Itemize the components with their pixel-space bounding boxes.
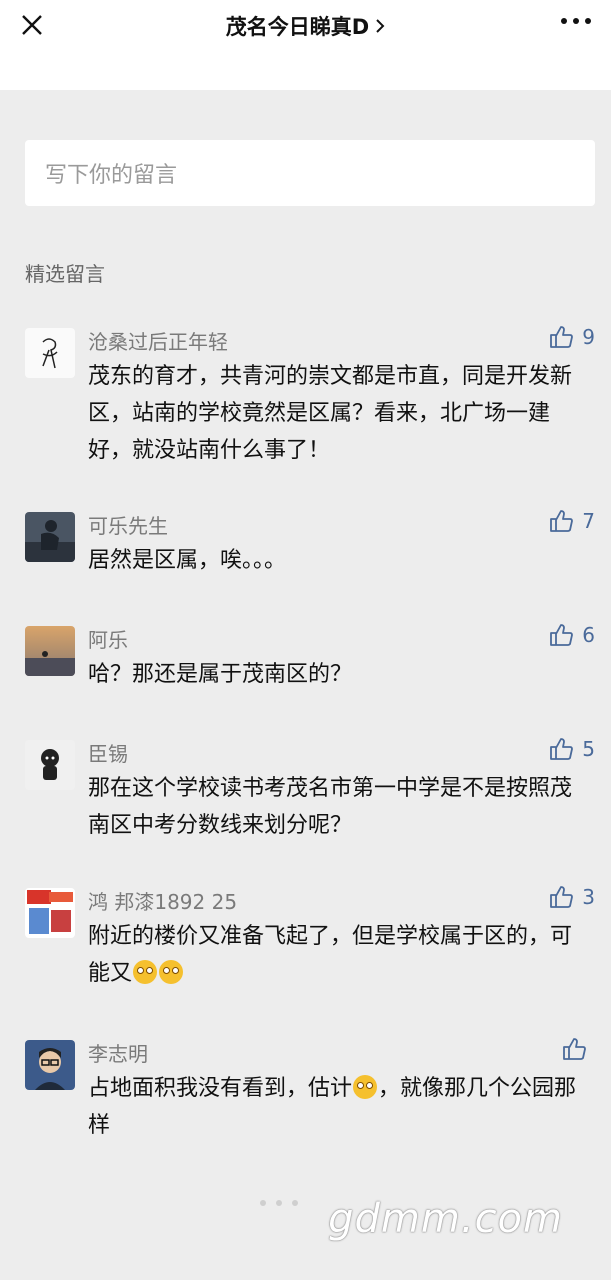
commenter-name: 鸿 邦漆1892 25 — [88, 890, 238, 914]
commenter-name: 可乐先生 — [88, 514, 168, 538]
loading-dots — [260, 1200, 298, 1206]
commenter-name: 臣锡 — [88, 742, 128, 766]
comment-text: 居然是区属，唉。。。 — [88, 548, 287, 573]
avatar[interactable] — [25, 740, 75, 790]
like-count: 9 — [582, 325, 595, 349]
comment-input[interactable]: 写下你的留言 — [25, 140, 595, 206]
chevron-right-icon — [376, 19, 385, 33]
title-text: 茂名今日睇真D — [225, 15, 370, 39]
comment-input-placeholder: 写下你的留言 — [45, 163, 178, 188]
comment-text: 那在这个学校读书考茂名市第一中学是不是按照茂南区中考分数线来划分呢？ — [88, 776, 573, 838]
thumbs-up-icon — [550, 886, 574, 908]
commenter-name: 沧桑过后正年轻 — [88, 330, 228, 354]
commenter-name: 阿乐 — [88, 628, 128, 652]
more-icon[interactable] — [561, 18, 591, 24]
shocked-emoji-icon — [133, 960, 158, 984]
comment-text: 哈？那还是属于茂南区的？ — [88, 662, 353, 687]
comment-text: 占地面积我没有看到，估计 ，就像那几个公园那样 — [88, 1070, 588, 1144]
thumbs-up-icon — [550, 510, 574, 532]
like-count: 7 — [582, 509, 595, 533]
like-count: 6 — [582, 623, 595, 647]
top-bar: 茂名今日睇真D — [0, 0, 611, 58]
like-count: 3 — [582, 885, 595, 909]
shocked-emoji-icon — [159, 960, 184, 984]
avatar[interactable] — [25, 1040, 75, 1090]
thumbs-up-icon — [563, 1038, 586, 1060]
avatar[interactable] — [25, 626, 75, 676]
like-button[interactable]: 7 — [548, 508, 595, 534]
page-title[interactable]: 茂名今日睇真D — [226, 11, 385, 41]
thumbs-up-icon — [550, 326, 574, 348]
like-button[interactable]: 3 — [548, 884, 595, 910]
commenter-name: 李志明 — [88, 1042, 148, 1066]
like-button[interactable] — [561, 1036, 595, 1062]
like-count: 5 — [582, 737, 595, 761]
close-icon[interactable] — [20, 13, 44, 37]
header-spacer — [0, 58, 611, 90]
featured-comments-label: 精选留言 — [25, 262, 105, 286]
comment-text-part: 占地面积我没有看到，估计 — [88, 1076, 353, 1101]
thumbs-up-icon — [550, 738, 574, 760]
grin-emoji-icon — [353, 1075, 378, 1099]
avatar[interactable] — [25, 512, 75, 562]
like-button[interactable]: 6 — [548, 622, 595, 648]
thumbs-up-icon — [550, 624, 574, 646]
like-button[interactable]: 5 — [548, 736, 595, 762]
comment-text: 茂东的育才，共青河的崇文都是市直，同是开发新区，站南的学校竟然是区属？看来，北广… — [88, 364, 573, 463]
like-button[interactable]: 9 — [548, 324, 595, 350]
watermark: gdmm.com — [328, 1196, 563, 1242]
comment-text: 附近的楼价又准备飞起了，但是学校属于区的，可能又 — [88, 918, 588, 992]
avatar[interactable] — [25, 888, 75, 938]
avatar[interactable] — [25, 328, 75, 378]
